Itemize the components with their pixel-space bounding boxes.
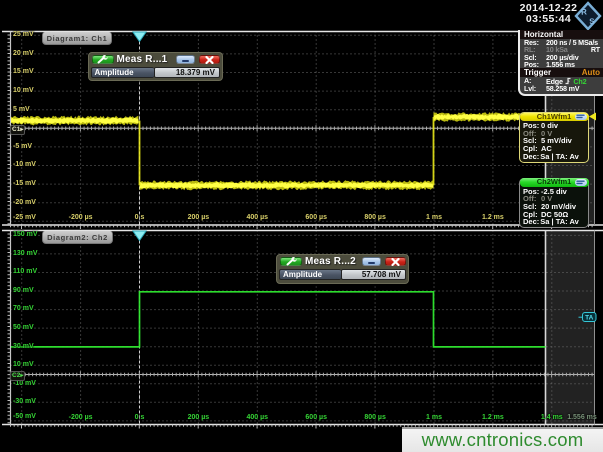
svg-text:R: R — [581, 7, 588, 16]
svg-text:TA: TA — [585, 315, 593, 322]
